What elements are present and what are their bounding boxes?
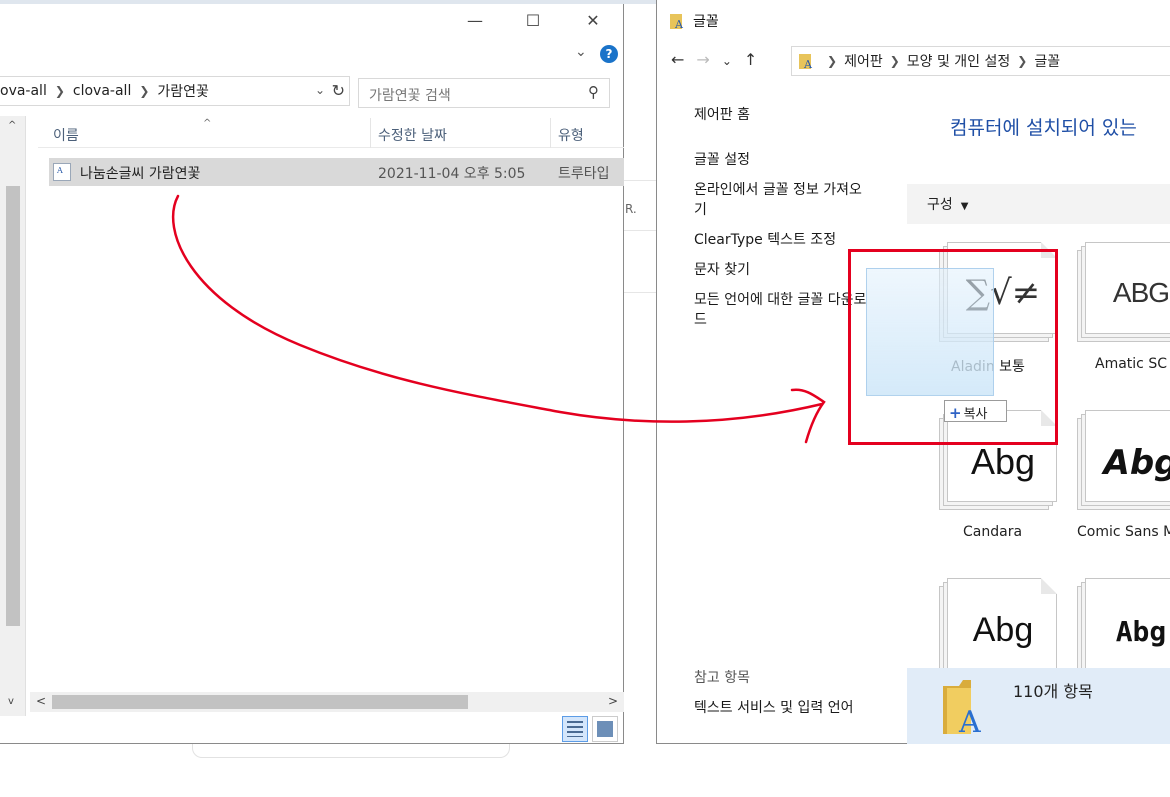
page-heading: 컴퓨터에 설치되어 있는 <box>950 117 1137 139</box>
column-type-header[interactable]: 유형 <box>558 125 584 145</box>
column-header: 이름 수정한 날짜 유형 <box>38 118 624 148</box>
search-icon[interactable]: ⚲ <box>588 83 599 101</box>
large-icons-view-icon[interactable] <box>592 716 618 742</box>
font-preview: Abg <box>972 611 1034 649</box>
control-panel-home-link[interactable]: 제어판 홈 <box>694 105 750 125</box>
column-name-header[interactable]: 이름 <box>53 125 79 145</box>
breadcrumb-item[interactable]: 모양 및 개인 설정 <box>907 51 1011 71</box>
file-explorer-window: — ☐ ✕ ⌄ ? ova-all ❯ clova-all ❯ 가람연꽃 ⌄ ↻… <box>0 4 624 744</box>
organize-button[interactable]: 구성 ▼ <box>927 194 968 214</box>
file-date: 2021-11-04 오후 5:05 <box>378 166 526 182</box>
help-icon[interactable]: ? <box>600 45 618 63</box>
address-bar[interactable]: ova-all ❯ clova-all ❯ 가람연꽃 ⌄ ↻ <box>0 76 350 106</box>
minimize-button[interactable]: — <box>452 4 498 36</box>
svg-text:A: A <box>958 705 981 736</box>
recent-locations-icon[interactable]: ⌄ <box>722 54 732 68</box>
breadcrumb-item[interactable]: 글꼴 <box>1034 51 1060 71</box>
get-font-info-online-link[interactable]: 온라인에서 글꼴 정보 가져오 기 <box>694 180 862 220</box>
details-view-icon[interactable] <box>562 716 588 742</box>
font-preview: Abg <box>970 441 1036 482</box>
organize-label: 구성 <box>927 197 953 213</box>
file-row[interactable]: 나눔손글씨 가람연꽃 2021-11-04 오후 5:05 트루타입 <box>49 158 624 186</box>
font-folder-icon: A <box>943 680 981 736</box>
file-name: 나눔손글씨 가람연꽃 <box>80 166 201 182</box>
item-count: 110개 항목 <box>1013 682 1093 701</box>
font-tile[interactable]: Abg <box>1077 410 1170 510</box>
font-name: Amatic SC <box>1095 356 1167 372</box>
breadcrumb-separator-icon: ❯ <box>139 84 150 98</box>
breadcrumb-item[interactable]: clova-all <box>67 83 137 99</box>
font-file-icon <box>53 163 71 181</box>
maximize-button[interactable]: ☐ <box>510 4 556 36</box>
font-preview: ABG <box>1112 277 1170 308</box>
svg-text:A: A <box>674 18 684 30</box>
font-tile[interactable]: Abg <box>939 578 1057 678</box>
breadcrumb-separator-icon: ❯ <box>827 54 838 68</box>
scroll-right-icon[interactable]: > <box>608 694 618 708</box>
view-switcher <box>562 716 622 746</box>
address-dropdown-icon[interactable]: ⌄ <box>315 83 325 97</box>
font-name: Candara <box>963 524 1023 540</box>
font-tile[interactable]: ABG <box>1077 242 1170 342</box>
search-input[interactable]: 가람연꽃 검색 ⚲ <box>358 78 610 108</box>
font-preview: Abg <box>1103 443 1170 483</box>
nav-scrollbar-thumb[interactable] <box>6 186 20 626</box>
breadcrumb-item[interactable]: 가람연꽃 <box>151 81 215 101</box>
forward-arrow-icon[interactable]: → <box>696 50 709 69</box>
navigation-pane: ^ v <box>0 116 26 716</box>
horizontal-scrollbar-thumb[interactable] <box>52 695 468 709</box>
back-arrow-icon[interactable]: ← <box>671 50 684 69</box>
cleartype-link[interactable]: ClearType 텍스트 조정 <box>694 230 836 250</box>
font-folder-icon: A <box>799 54 813 70</box>
svg-text:A: A <box>803 58 813 70</box>
toolbar: 구성 ▼ <box>907 184 1170 224</box>
background-text: R. <box>625 202 637 216</box>
font-name: Comic Sans M <box>1077 524 1170 540</box>
scroll-down-icon[interactable]: v <box>8 696 14 707</box>
navigation-buttons: ← → ⌄ ↑ <box>671 50 769 69</box>
status-footer: A 110개 항목 <box>907 668 1170 744</box>
column-date-header[interactable]: 수정한 날짜 <box>378 125 447 145</box>
font-tile[interactable]: Abg <box>1077 578 1170 678</box>
dropdown-caret-icon: ▼ <box>960 201 969 212</box>
window-title: 글꼴 <box>693 14 719 30</box>
breadcrumb-separator-icon: ❯ <box>1017 54 1028 68</box>
refresh-icon[interactable]: ↻ <box>332 81 345 100</box>
see-also-heading: 참고 항목 <box>694 670 750 686</box>
close-button[interactable]: ✕ <box>570 4 616 36</box>
download-fonts-link[interactable]: 모든 언어에 대한 글꼴 다운로 드 <box>694 290 866 330</box>
font-preview: Abg <box>1115 615 1167 648</box>
breadcrumb-separator-icon: ❯ <box>889 54 900 68</box>
breadcrumb-item[interactable]: 제어판 <box>844 51 883 71</box>
search-placeholder: 가람연꽃 검색 <box>369 88 451 104</box>
file-type: 트루타입 <box>558 166 610 182</box>
breadcrumb-item[interactable]: ova-all <box>0 83 53 99</box>
text-services-link[interactable]: 텍스트 서비스 및 입력 언어 <box>694 698 853 718</box>
font-settings-link[interactable]: 글꼴 설정 <box>694 150 750 170</box>
expand-ribbon-icon[interactable]: ⌄ <box>575 44 587 60</box>
address-bar[interactable]: A ❯ 제어판 ❯ 모양 및 개인 설정 ❯ 글꼴 <box>791 46 1170 76</box>
character-map-link[interactable]: 문자 찾기 <box>694 260 750 280</box>
font-folder-icon: A <box>670 14 684 30</box>
drop-target-highlight <box>848 249 1058 445</box>
breadcrumb-separator-icon: ❯ <box>54 84 65 98</box>
up-arrow-icon[interactable]: ↑ <box>744 50 757 69</box>
scroll-left-icon[interactable]: < <box>36 694 46 708</box>
scroll-up-icon[interactable]: ^ <box>8 120 16 131</box>
horizontal-scrollbar[interactable]: < > <box>30 692 624 712</box>
background-window-strip: R. <box>623 4 657 744</box>
